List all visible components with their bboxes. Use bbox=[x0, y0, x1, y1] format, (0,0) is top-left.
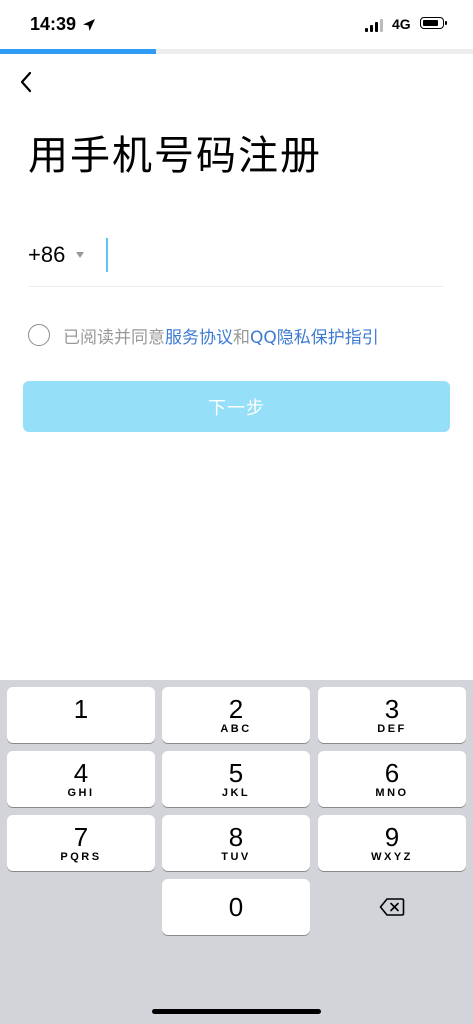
key-digit: 6 bbox=[384, 757, 400, 788]
key-digit: 2 bbox=[228, 693, 244, 724]
location-arrow-icon bbox=[83, 18, 96, 31]
battery-icon bbox=[420, 17, 447, 29]
key-9[interactable]: 9 WXYZ bbox=[318, 815, 466, 871]
key-letters: GHI bbox=[67, 786, 95, 799]
numeric-keypad: 1 2 ABC 3 DEF 4 GHI 5 JKL 6 MNO 7 PQRS 8… bbox=[0, 680, 473, 1024]
key-7[interactable]: 7 PQRS bbox=[7, 815, 155, 871]
key-digit: 3 bbox=[384, 693, 400, 724]
key-letters: JKL bbox=[221, 786, 251, 799]
key-letters: PQRS bbox=[60, 850, 102, 863]
key-digit: 8 bbox=[228, 821, 244, 852]
phone-number-input[interactable] bbox=[110, 236, 444, 278]
status-time: 14:39 bbox=[30, 14, 96, 35]
key-letters: MNO bbox=[375, 786, 409, 799]
registration-progress bbox=[0, 49, 473, 54]
key-6[interactable]: 6 MNO bbox=[318, 751, 466, 807]
home-indicator bbox=[152, 1009, 321, 1014]
key-2[interactable]: 2 ABC bbox=[162, 687, 310, 743]
key-5[interactable]: 5 JKL bbox=[162, 751, 310, 807]
key-digit: 4 bbox=[73, 757, 89, 788]
privacy-link[interactable]: QQ隐私保护指引 bbox=[250, 323, 379, 348]
page-title: 用手机号码注册 bbox=[28, 133, 322, 179]
agreement-checkbox[interactable] bbox=[28, 324, 50, 346]
agreement-prefix: 已阅读并同意 bbox=[63, 327, 165, 348]
caret-down-icon bbox=[76, 252, 85, 258]
key-1[interactable]: 1 bbox=[7, 687, 155, 743]
key-digit: 9 bbox=[384, 821, 400, 852]
cellular-signal-icon bbox=[365, 18, 385, 32]
network-type: 4G bbox=[392, 16, 411, 32]
registration-progress-fill bbox=[0, 49, 157, 54]
delete-key[interactable] bbox=[318, 879, 466, 935]
key-letters: ABC bbox=[220, 722, 252, 735]
key-digit: 5 bbox=[228, 757, 244, 788]
back-button[interactable] bbox=[12, 68, 40, 96]
key-8[interactable]: 8 TUV bbox=[162, 815, 310, 871]
country-code-label: +86 bbox=[28, 242, 66, 267]
terms-link[interactable]: 服务协议 bbox=[165, 323, 233, 348]
agreement-row: 已阅读并同意 服务协议 和 QQ隐私保护指引 bbox=[28, 322, 379, 348]
next-button[interactable]: 下一步 bbox=[23, 381, 450, 432]
key-digit: 7 bbox=[73, 821, 89, 852]
key-digit: 1 bbox=[73, 693, 89, 724]
chevron-left-icon bbox=[20, 71, 32, 93]
country-code-selector[interactable]: +86 bbox=[28, 242, 85, 268]
key-4[interactable]: 4 GHI bbox=[7, 751, 155, 807]
agreement-conjunction: 和 bbox=[233, 327, 250, 348]
text-cursor bbox=[106, 238, 108, 272]
key-digit: 0 bbox=[228, 892, 244, 922]
status-bar: 14:39 4G bbox=[0, 0, 473, 48]
phone-input-row: +86 bbox=[28, 230, 444, 287]
key-letters: TUV bbox=[221, 850, 251, 863]
delete-backspace-icon bbox=[379, 898, 405, 916]
key-letters: WXYZ bbox=[371, 850, 413, 863]
key-letters: DEF bbox=[377, 722, 407, 735]
key-3[interactable]: 3 DEF bbox=[318, 687, 466, 743]
next-button-label: 下一步 bbox=[208, 397, 265, 419]
key-0[interactable]: 0 bbox=[162, 879, 310, 935]
status-time-text: 14:39 bbox=[30, 14, 77, 34]
